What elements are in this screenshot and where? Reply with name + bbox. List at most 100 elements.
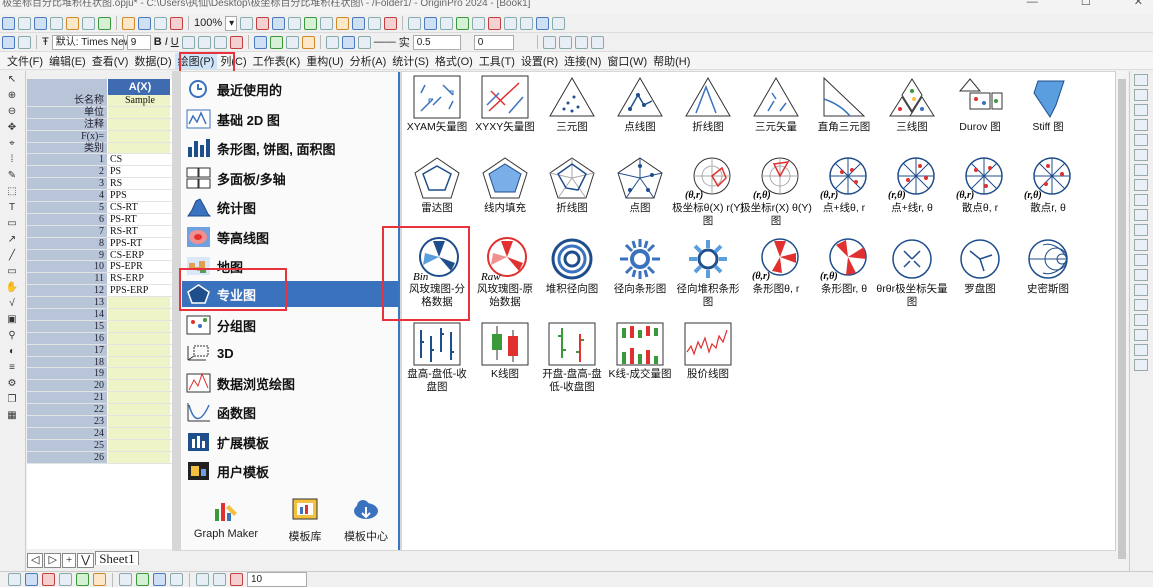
line-plot-icon[interactable]: [8, 573, 21, 586]
stats-icon[interactable]: [408, 16, 422, 30]
arrange-icon[interactable]: [285, 35, 299, 49]
gallery-radar[interactable]: 雷达图: [405, 156, 469, 215]
font-selector[interactable]: 默认: Times New R: [51, 34, 141, 50]
category-ext-templates[interactable]: 扩展模板: [186, 429, 269, 455]
zoom-in-icon[interactable]: ⊕: [3, 89, 21, 103]
row-number[interactable]: 7: [27, 225, 108, 237]
axis-icon[interactable]: [590, 35, 604, 49]
subscript-icon[interactable]: [197, 35, 211, 49]
colorbar-icon[interactable]: [1134, 149, 1148, 161]
gallery-xyxy-vector[interactable]: XYXY矢量图: [473, 75, 537, 134]
gallery-stacked-radial[interactable]: 堆积径向图: [540, 237, 604, 296]
image-icon[interactable]: ▣: [3, 313, 21, 327]
data-cell[interactable]: [108, 356, 170, 368]
graph-maker-button[interactable]: Graph Maker: [186, 495, 266, 540]
arrow-tool-icon[interactable]: ↗: [3, 233, 21, 247]
row-number[interactable]: 8: [27, 237, 108, 249]
sheet-list-icon[interactable]: ⋁: [77, 553, 95, 568]
close-button[interactable]: ✕: [1134, 0, 1143, 8]
open-icon[interactable]: [122, 16, 135, 30]
add-sheet-button[interactable]: +: [61, 553, 77, 568]
new-matrix-icon[interactable]: [50, 16, 63, 30]
flip-icon[interactable]: [1134, 344, 1148, 356]
box-plot-icon[interactable]: [59, 573, 72, 586]
row-number[interactable]: 6: [27, 213, 108, 225]
font-color-icon[interactable]: [229, 35, 243, 49]
contour-plot-icon[interactable]: [119, 573, 132, 586]
row-number[interactable]: 24: [27, 427, 108, 439]
select-icon[interactable]: [2, 35, 15, 49]
row-number[interactable]: 9: [27, 249, 108, 261]
project-explorer-icon[interactable]: [352, 16, 366, 30]
new-function-icon[interactable]: [66, 16, 79, 30]
rect-tool-icon[interactable]: ▭: [3, 265, 21, 279]
gallery-hlc[interactable]: 盘高-盘低-收盘图: [405, 322, 469, 394]
label-cell[interactable]: [108, 142, 170, 154]
gallery-point-line[interactable]: 点线图: [608, 75, 672, 134]
row-number[interactable]: 26: [27, 451, 108, 463]
row-number[interactable]: 11: [27, 273, 108, 284]
data-cell[interactable]: [108, 439, 170, 451]
text-icon[interactable]: T: [3, 201, 21, 215]
data-cell[interactable]: CS: [108, 154, 170, 165]
gallery-right-ternary[interactable]: 直角三元图: [812, 75, 876, 134]
menu-restructure[interactable]: 重构(U): [303, 53, 346, 69]
fx-icon[interactable]: √: [3, 297, 21, 311]
row-number[interactable]: 13: [27, 297, 108, 308]
add-column-icon[interactable]: [384, 16, 398, 30]
scatter-plot-icon[interactable]: [25, 573, 38, 586]
tab-sheet1[interactable]: Sheet1: [95, 551, 139, 565]
category-data-explore[interactable]: 数据浏览绘图: [186, 370, 295, 396]
duplicate-icon[interactable]: [272, 16, 286, 30]
stats-plot-icon[interactable]: [196, 573, 209, 586]
data-cell[interactable]: [108, 344, 170, 356]
move-icon[interactable]: ✥: [3, 121, 21, 135]
data-cell[interactable]: RS-RT: [108, 225, 170, 237]
new-layout-icon[interactable]: [82, 16, 95, 30]
brush-icon[interactable]: ✎: [3, 169, 21, 183]
pointer-icon[interactable]: ↖: [3, 73, 21, 87]
lock-icon[interactable]: [1134, 359, 1148, 371]
data-cell[interactable]: PS-RT: [108, 213, 170, 225]
menu-data[interactable]: 数据(D): [131, 53, 174, 69]
settings-icon[interactable]: ⚙: [3, 377, 21, 391]
import-icon[interactable]: [170, 16, 183, 30]
screen-reader-icon[interactable]: ⁞: [3, 153, 21, 167]
ungroup-icon[interactable]: [1134, 284, 1148, 296]
data-cell[interactable]: [108, 368, 170, 380]
tab-nav-prev-icon[interactable]: ◁: [27, 553, 44, 568]
arrow-right-icon[interactable]: [536, 16, 550, 30]
data-cell[interactable]: PPS-RT: [108, 237, 170, 249]
gallery-scatter-theta-r[interactable]: (θ,r) 散点θ, r: [948, 156, 1012, 215]
category-contour[interactable]: 等高线图: [186, 224, 269, 250]
scrollbar-thumb[interactable]: [1118, 79, 1126, 559]
fill-color-icon[interactable]: [325, 35, 339, 49]
object-manager-icon[interactable]: [368, 16, 382, 30]
symbol-size-selector[interactable]: 0: [473, 34, 514, 50]
category-grouped[interactable]: 分组图: [186, 312, 256, 338]
data-cell[interactable]: [108, 427, 170, 439]
layout-icon[interactable]: [288, 16, 302, 30]
pattern-icon[interactable]: [357, 35, 371, 49]
category-3d[interactable]: 3D: [186, 340, 234, 366]
column-a-header[interactable]: A(X): [108, 79, 170, 95]
row-number[interactable]: 18: [27, 356, 108, 368]
template-center-button[interactable]: 模板中心: [338, 495, 394, 544]
gallery-point-line-theta-r[interactable]: (θ,r) 点+线θ, r: [812, 156, 876, 215]
data-reader-icon[interactable]: ⌖: [3, 137, 21, 151]
gallery-radial-bar[interactable]: 径向条形图: [608, 237, 672, 296]
gallery-bar-r-theta[interactable]: (r,θ) 条形图r, θ: [812, 237, 876, 296]
menu-file[interactable]: 文件(F): [4, 53, 46, 69]
menu-worksheet[interactable]: 工作表(K): [250, 53, 304, 69]
rotate-icon[interactable]: [1134, 329, 1148, 341]
legend-icon[interactable]: [1134, 134, 1148, 146]
row-number[interactable]: 1: [27, 154, 108, 165]
group-icon[interactable]: [1134, 269, 1148, 281]
align-left-icon[interactable]: [1134, 179, 1148, 191]
column-plot-icon[interactable]: [42, 573, 55, 586]
row-number[interactable]: 10: [27, 261, 108, 272]
menu-connect[interactable]: 连接(N): [561, 53, 604, 69]
front-icon[interactable]: [1134, 299, 1148, 311]
list-icon[interactable]: ≡: [3, 361, 21, 375]
data-cell[interactable]: PPS-ERP: [108, 285, 170, 296]
